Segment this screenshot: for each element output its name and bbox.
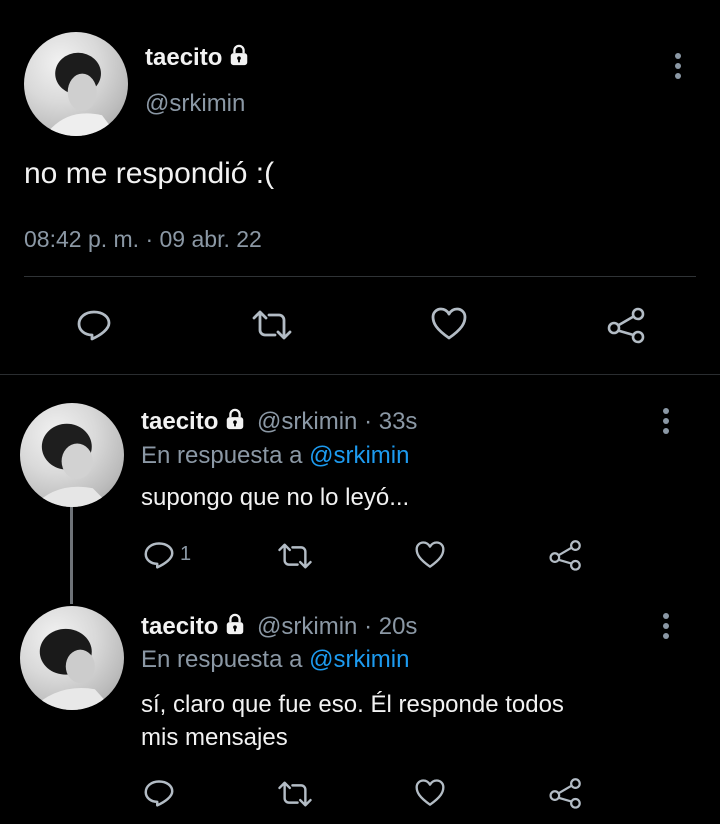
section-divider	[0, 374, 720, 375]
handle[interactable]: @srkimin	[257, 613, 357, 640]
mention-link[interactable]: @srkimin	[309, 646, 409, 673]
share-icon[interactable]	[548, 776, 584, 810]
avatar[interactable]	[20, 403, 124, 507]
handle[interactable]: @srkimin	[257, 408, 357, 435]
tweet-text-line: mis mensajes	[141, 724, 288, 751]
display-name[interactable]: taecito	[141, 408, 218, 435]
tweet-age: · 20s	[364, 613, 418, 640]
timestamp[interactable]: 08:42 p. m. · 09 abr. 22	[24, 226, 262, 253]
reply-header: taecito @srkimin · 33s	[141, 408, 417, 437]
avatar[interactable]	[24, 32, 128, 136]
display-name[interactable]: taecito	[145, 44, 250, 73]
reply-header: taecito @srkimin · 20s	[141, 613, 417, 642]
like-icon[interactable]	[414, 540, 446, 570]
thread-line	[70, 507, 73, 604]
tweet-age: · 33s	[364, 408, 418, 435]
share-icon[interactable]	[606, 306, 648, 344]
retweet-icon[interactable]	[276, 779, 314, 809]
more-options-icon[interactable]	[656, 610, 676, 642]
divider	[24, 276, 696, 277]
handle[interactable]: @srkimin	[145, 90, 245, 118]
reply-icon[interactable]	[76, 308, 112, 342]
reply-context: En respuesta a @srkimin	[141, 646, 410, 673]
more-options-icon[interactable]	[668, 50, 688, 82]
tweet-text: sí, claro que fue eso. Él responde todos…	[141, 688, 564, 754]
tweet-text-line: sí, claro que fue eso. Él responde todos	[141, 691, 564, 718]
display-name[interactable]: taecito	[141, 613, 218, 640]
avatar[interactable]	[20, 606, 124, 710]
share-icon[interactable]	[548, 538, 584, 572]
like-icon[interactable]	[414, 778, 446, 808]
tweet-text: no me respondió :(	[24, 157, 275, 190]
retweet-icon[interactable]	[250, 308, 294, 342]
retweet-icon[interactable]	[276, 541, 314, 571]
tweet-text: supongo que no lo leyó...	[141, 484, 410, 511]
more-options-icon[interactable]	[656, 405, 676, 437]
reply-icon[interactable]	[143, 778, 175, 808]
lock-icon	[224, 613, 246, 642]
lock-icon	[224, 408, 246, 437]
reply-icon[interactable]	[143, 540, 175, 570]
like-icon[interactable]	[430, 306, 468, 342]
reply-count: 1	[180, 543, 192, 565]
lock-icon	[228, 44, 250, 73]
mention-link[interactable]: @srkimin	[309, 442, 409, 469]
reply-context: En respuesta a @srkimin	[141, 442, 410, 469]
